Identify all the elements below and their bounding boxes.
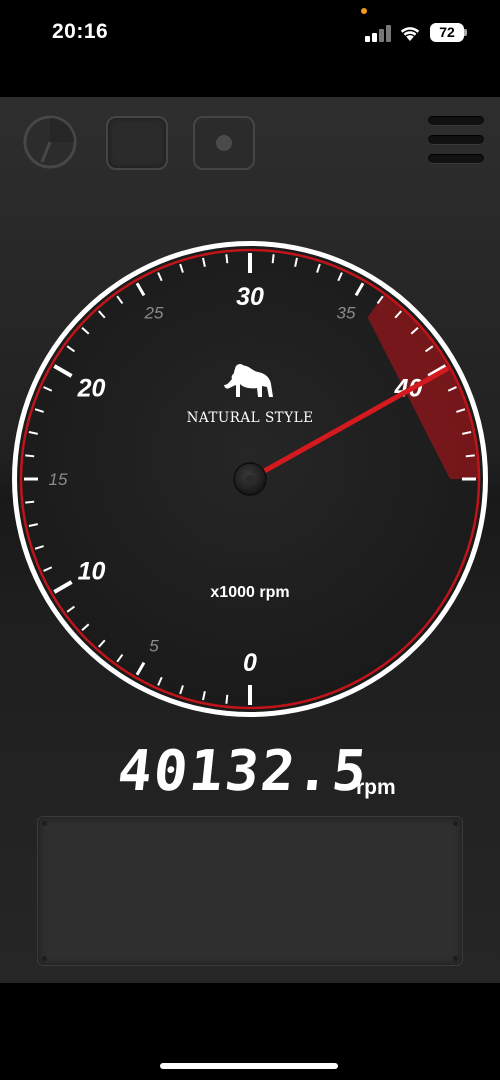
minor-tick [225, 254, 229, 264]
panel-screw [42, 956, 47, 961]
menu-button[interactable] [428, 116, 484, 166]
minor-tick [271, 254, 275, 264]
status-time: 20:16 [52, 20, 109, 43]
gauge-hub-center [246, 475, 254, 483]
home-indicator[interactable] [160, 1063, 338, 1069]
minor-tick-label: 25 [144, 304, 164, 323]
square-button[interactable] [106, 116, 168, 170]
battery-cap [464, 29, 467, 36]
major-tick-label: 10 [78, 558, 106, 586]
menu-icon-bar [428, 116, 484, 125]
minor-tick [25, 500, 35, 504]
record-icon [216, 135, 232, 151]
minor-tick [225, 694, 229, 704]
minor-tick-label: 5 [149, 636, 159, 655]
privacy-indicator-dot [361, 8, 367, 14]
minor-tick [25, 454, 35, 458]
gauge-icon[interactable] [22, 114, 78, 170]
menu-icon-bar [428, 135, 484, 144]
minor-tick [465, 454, 475, 458]
status-bar: 20:16 72 [0, 0, 500, 70]
rpm-readout: 40132.5 rpm [114, 739, 418, 804]
gauge-svg: 0102030405152535 NATURAL STYLE x1000 rpm [12, 241, 488, 717]
history-panel [37, 816, 463, 966]
major-tick-label: 30 [236, 283, 264, 311]
record-button[interactable] [193, 116, 255, 170]
panel-screw [453, 956, 458, 961]
panel-screw [453, 821, 458, 826]
major-tick-label: 20 [77, 375, 106, 403]
battery-icon: 72 [430, 23, 464, 42]
major-tick-label: 0 [243, 649, 257, 677]
cellular-signal-icon [365, 24, 391, 42]
minor-tick-label: 35 [337, 304, 356, 323]
menu-icon-bar [428, 154, 484, 163]
rpm-unit: rpm [356, 776, 396, 799]
rpm-value: 40132.5 [114, 739, 372, 804]
tachometer-gauge: 0102030405152535 NATURAL STYLE x1000 rpm [8, 237, 492, 721]
panel-screw [42, 821, 47, 826]
brand-name: NATURAL STYLE [187, 410, 314, 426]
wifi-icon [400, 27, 420, 41]
minor-tick-label: 15 [49, 470, 68, 489]
gauge-unit-label: x1000 rpm [210, 584, 289, 601]
